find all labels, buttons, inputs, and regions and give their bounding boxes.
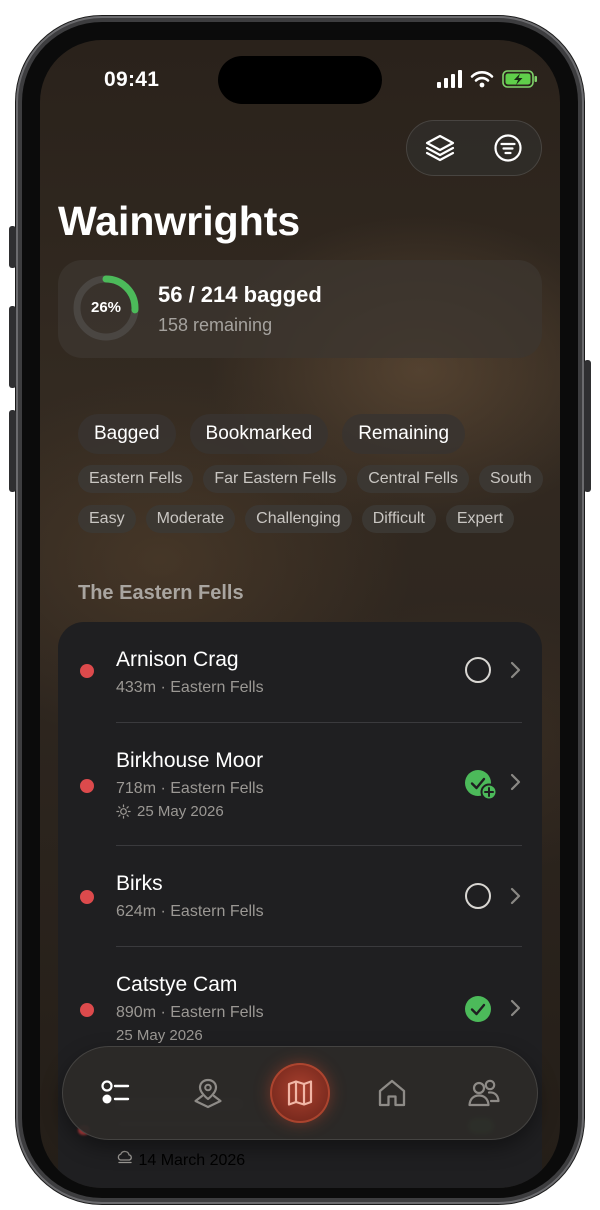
region-dot (80, 1003, 94, 1017)
tab-community[interactable] (454, 1063, 514, 1123)
status-time: 09:41 (104, 68, 160, 91)
filter-chip-easy[interactable]: Easy (78, 505, 136, 533)
layers-icon (425, 134, 455, 162)
fell-row-birkhouse-moor[interactable]: Birkhouse Moor 718m · Eastern Fells 25 M… (58, 723, 542, 845)
filter-chip-remaining[interactable]: Remaining (342, 414, 466, 454)
fell-meta: 433m · Eastern Fells (116, 679, 264, 696)
filter-icon (494, 134, 522, 162)
peek-row-date-text: 14 March 2026 (138, 1152, 246, 1169)
fell-name: Birkhouse Moor (116, 749, 264, 772)
region-dot (80, 664, 94, 678)
region-filter-row: Eastern Fells Far Eastern Fells Central … (78, 465, 543, 493)
region-dot (80, 890, 94, 904)
filter-chip-difficult[interactable]: Difficult (361, 505, 436, 533)
filter-chip-far-eastern-fells[interactable]: Far Eastern Fells (203, 465, 348, 493)
wifi-icon (470, 71, 494, 88)
volume-up-button (9, 306, 16, 388)
cloud-icon (117, 1150, 132, 1164)
tab-map[interactable] (270, 1063, 330, 1123)
people-icon (468, 1079, 500, 1107)
filter-chip-central-fells[interactable]: Central Fells (357, 465, 469, 493)
power-button (584, 360, 591, 492)
bagged-date: 25 May 2026 (116, 1027, 203, 1044)
battery-charging-icon (502, 70, 537, 88)
unbagged-circle-icon[interactable] (464, 656, 492, 684)
fell-name: Birks (116, 872, 163, 895)
remaining-count: 158 remaining (158, 315, 273, 335)
region-dot (80, 779, 94, 793)
map-pin-icon (194, 1078, 222, 1109)
filter-chip-bagged[interactable]: Bagged (78, 414, 176, 454)
tab-nearby[interactable] (178, 1063, 238, 1123)
screen: 09:41 Wainwrights 26% 56 / 214 bagged 15… (40, 40, 560, 1188)
tab-bar (62, 1046, 538, 1140)
fell-name: Arnison Crag (116, 648, 239, 671)
bagged-count: 56 / 214 bagged (158, 282, 322, 307)
section-title: The Eastern Fells (78, 582, 244, 604)
bagged-date-text: 25 May 2026 (116, 1027, 203, 1044)
home-icon (378, 1079, 406, 1107)
fell-name: Catstye Cam (116, 973, 238, 996)
layers-button[interactable] (423, 131, 457, 165)
filter-chip-eastern-fells[interactable]: Eastern Fells (78, 465, 194, 493)
fell-meta: 718m · Eastern Fells (116, 780, 264, 797)
filter-chip-southern-fells[interactable]: South (479, 465, 543, 493)
fell-row-birks[interactable]: Birks 624m · Eastern Fells (58, 846, 542, 946)
signal-icon (437, 70, 462, 88)
filter-chip-expert[interactable]: Expert (445, 505, 515, 533)
action-button (9, 226, 16, 268)
chevron-right-icon (510, 999, 521, 1017)
filter-button[interactable] (491, 131, 525, 165)
bagged-date: 25 May 2026 (116, 803, 224, 820)
progress-card: 26% 56 / 214 bagged 158 remaining (58, 260, 542, 358)
fell-meta: 624m · Eastern Fells (116, 903, 264, 920)
bagged-date-text: 25 May 2026 (137, 803, 224, 820)
unbagged-circle-icon[interactable] (464, 882, 492, 910)
status-filter-row: Bagged Bookmarked Remaining (78, 414, 466, 454)
map-icon (287, 1080, 313, 1106)
chevron-right-icon (510, 773, 521, 791)
status-icons (436, 70, 538, 88)
dynamic-island (218, 56, 382, 104)
peek-row-date: 14 March 2026 (116, 1150, 245, 1170)
bagged-plus-icon[interactable] (464, 769, 498, 801)
chevron-right-icon (510, 661, 521, 679)
filter-chip-bookmarked[interactable]: Bookmarked (189, 414, 329, 454)
list-icon (101, 1080, 130, 1104)
progress-percent: 26% (90, 299, 122, 316)
top-actions-pill (406, 120, 542, 176)
difficulty-filter-row: Easy Moderate Challenging Difficult Expe… (78, 505, 515, 533)
filter-chip-challenging[interactable]: Challenging (245, 505, 352, 533)
volume-down-button (9, 410, 16, 492)
bagged-check-icon[interactable] (464, 995, 492, 1023)
chevron-right-icon (510, 887, 521, 905)
filter-chip-moderate[interactable]: Moderate (145, 505, 236, 533)
fell-meta: 890m · Eastern Fells (116, 1004, 264, 1021)
sun-icon (116, 804, 131, 819)
fell-row-catstye-cam[interactable]: Catstye Cam 890m · Eastern Fells 25 May … (58, 947, 542, 1057)
tab-home[interactable] (362, 1063, 422, 1123)
tab-list[interactable] (86, 1063, 146, 1123)
fell-row-arnison-crag[interactable]: Arnison Crag 433m · Eastern Fells (58, 622, 542, 722)
page-title: Wainwrights (58, 198, 301, 244)
